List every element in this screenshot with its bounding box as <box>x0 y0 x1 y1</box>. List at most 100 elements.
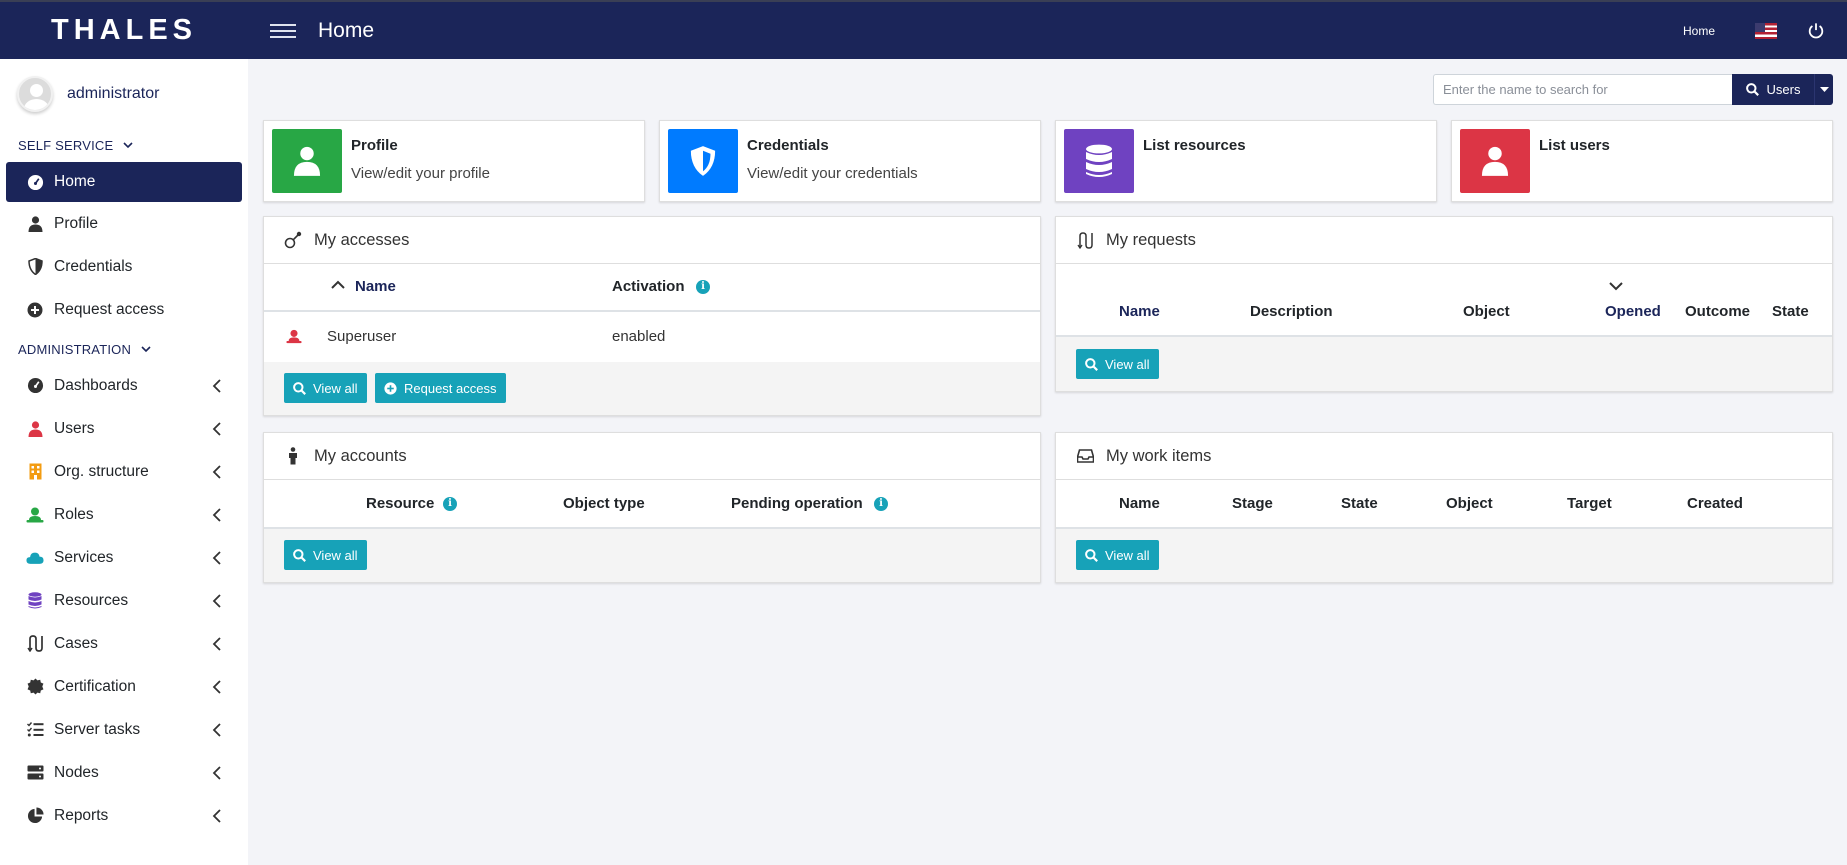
view-all-button[interactable]: View all <box>284 540 367 570</box>
sidebar-item-label: Org. structure <box>54 462 149 480</box>
self-service-label: SELF SERVICE <box>18 137 114 153</box>
column-object[interactable]: Object <box>1446 495 1493 512</box>
sidebar-item-dashboards[interactable]: Dashboards <box>6 364 242 407</box>
search-button[interactable]: Users <box>1732 74 1814 105</box>
tile-profile[interactable]: Profile View/edit your profile <box>263 120 645 202</box>
access-name[interactable]: Superuser <box>327 328 396 345</box>
sidebar-item-label: Roles <box>54 505 94 523</box>
power-icon[interactable] <box>1807 22 1825 40</box>
column-pending-operation[interactable]: Pending operation <box>731 495 863 512</box>
card-header: My accounts <box>264 433 1040 480</box>
column-outcome[interactable]: Outcome <box>1685 303 1750 320</box>
table-row[interactable]: Superuser enabled <box>264 312 1040 362</box>
view-all-button[interactable]: View all <box>1076 349 1159 379</box>
tile-title: Credentials <box>747 137 829 154</box>
sidebar-item-label: Request access <box>54 300 165 318</box>
sidebar-item-nodes[interactable]: Nodes <box>6 751 242 794</box>
info-icon[interactable]: i <box>443 497 457 511</box>
menu-toggle-icon[interactable] <box>270 21 296 41</box>
sidebar-item-roles[interactable]: Roles <box>6 493 242 536</box>
role-icon <box>286 329 302 344</box>
column-description[interactable]: Description <box>1250 303 1333 320</box>
search-type-dropdown[interactable] <box>1814 74 1833 105</box>
sidebar-item-certification[interactable]: Certification <box>6 665 242 708</box>
my-accounts-card: My accounts Resource i Object type Pendi… <box>263 432 1041 583</box>
avatar <box>17 76 53 112</box>
breadcrumb-home-link[interactable]: Home <box>1683 24 1715 38</box>
tile-credentials[interactable]: Credentials View/edit your credentials <box>659 120 1041 202</box>
view-all-button[interactable]: View all <box>284 373 367 403</box>
request-access-button[interactable]: Request access <box>375 373 506 403</box>
sidebar-item-services[interactable]: Services <box>6 536 242 579</box>
user-icon <box>1460 129 1530 193</box>
column-object-type[interactable]: Object type <box>563 495 645 512</box>
chevron-left-icon <box>212 722 221 737</box>
info-icon[interactable]: i <box>696 280 710 294</box>
sidebar-item-reports[interactable]: Reports <box>6 794 242 837</box>
tile-list-resources[interactable]: List resources <box>1055 120 1437 202</box>
sidebar: administrator SELF SERVICE Home Profile … <box>0 59 248 865</box>
dashboard-icon <box>26 377 44 395</box>
tile-title: List users <box>1539 137 1610 154</box>
sidebar-item-request-access[interactable]: Request access <box>6 288 242 331</box>
chevron-down-icon <box>123 142 133 149</box>
column-object[interactable]: Object <box>1463 303 1510 320</box>
view-all-button[interactable]: View all <box>1076 540 1159 570</box>
user-name: administrator <box>67 85 160 102</box>
cases-icon <box>26 635 44 653</box>
page-title: Home <box>318 18 375 42</box>
tile-list-users[interactable]: List users <box>1451 120 1833 202</box>
my-requests-card: My requests Name Description Object Open… <box>1055 216 1833 392</box>
tile-subtitle: View/edit your credentials <box>747 165 918 182</box>
card-footer: View all Request access <box>264 362 1040 415</box>
button-label: View all <box>313 547 358 563</box>
thales-logo[interactable]: THALES <box>0 2 248 59</box>
sort-down-icon[interactable] <box>1609 282 1623 291</box>
cases-icon <box>1076 231 1094 249</box>
sidebar-item-label: Dashboards <box>54 376 138 394</box>
chevron-left-icon <box>212 765 221 780</box>
sidebar-item-home[interactable]: Home <box>6 162 242 202</box>
button-label: View all <box>313 380 358 396</box>
server-icon <box>26 764 44 782</box>
button-label: Request access <box>404 380 497 396</box>
search-input[interactable] <box>1433 74 1732 105</box>
column-opened[interactable]: Opened <box>1605 303 1661 320</box>
shield-icon <box>668 129 738 193</box>
chevron-left-icon <box>212 808 221 823</box>
us-flag-icon[interactable] <box>1755 22 1777 39</box>
column-resource[interactable]: Resource <box>366 495 434 512</box>
sort-up-icon[interactable] <box>331 280 345 289</box>
sidebar-item-cases[interactable]: Cases <box>6 622 242 665</box>
search-icon <box>1085 548 1098 562</box>
sidebar-item-profile[interactable]: Profile <box>6 202 242 245</box>
column-state[interactable]: State <box>1772 303 1809 320</box>
person-icon <box>284 447 302 465</box>
sidebar-item-credentials[interactable]: Credentials <box>6 245 242 288</box>
column-name[interactable]: Name <box>1119 495 1160 512</box>
sidebar-item-server-tasks[interactable]: Server tasks <box>6 708 242 751</box>
button-label: View all <box>1105 356 1150 372</box>
column-state[interactable]: State <box>1341 495 1378 512</box>
my-work-items-card: My work items Name Stage State Object Ta… <box>1055 432 1833 583</box>
administration-label: ADMINISTRATION <box>18 341 132 357</box>
user-icon <box>26 420 44 438</box>
user-panel[interactable]: administrator <box>0 59 248 129</box>
sidebar-item-resources[interactable]: Resources <box>6 579 242 622</box>
self-service-header[interactable]: SELF SERVICE <box>0 131 248 159</box>
info-icon[interactable]: i <box>874 497 888 511</box>
sidebar-item-users[interactable]: Users <box>6 407 242 450</box>
chevron-left-icon <box>212 421 221 436</box>
administration-header[interactable]: ADMINISTRATION <box>0 335 248 363</box>
column-created[interactable]: Created <box>1687 495 1743 512</box>
column-activation[interactable]: Activation <box>612 278 685 295</box>
sidebar-item-org-structure[interactable]: Org. structure <box>6 450 242 493</box>
pie-chart-icon <box>26 807 44 825</box>
column-name[interactable]: Name <box>1119 303 1160 320</box>
my-accesses-card: My accesses Name Activation i Superuser … <box>263 216 1041 416</box>
column-name[interactable]: Name <box>355 278 396 295</box>
column-stage[interactable]: Stage <box>1232 495 1273 512</box>
column-target[interactable]: Target <box>1567 495 1612 512</box>
card-title: My work items <box>1106 446 1212 465</box>
caret-down-icon <box>1819 86 1829 92</box>
